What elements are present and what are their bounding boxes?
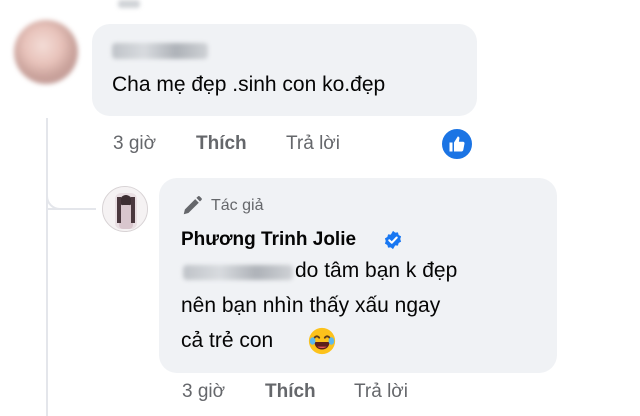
reply-text-line1: do tâm bạn k đẹp xyxy=(295,259,458,282)
thread-line-vertical xyxy=(46,118,48,416)
thread-corner xyxy=(46,180,86,210)
reply-bubble: Tác giả Phương Trinh Jolie do tâm bạn k … xyxy=(159,178,557,373)
commenter-avatar[interactable] xyxy=(14,20,78,84)
author-tag: Tác giả xyxy=(211,197,264,214)
commenter-name-blurred[interactable] xyxy=(112,43,208,59)
author-avatar-image xyxy=(103,187,147,231)
reply-time[interactable]: 3 giờ xyxy=(182,381,225,403)
comment-bubble: Cha mẹ đẹp .sinh con ko.đẹp xyxy=(92,24,477,116)
reply-like-button[interactable]: Thích xyxy=(265,381,316,403)
pencil-icon xyxy=(183,196,202,215)
author-avatar[interactable] xyxy=(102,186,148,232)
like-thumb-icon xyxy=(449,136,465,152)
reaction-like-badge[interactable] xyxy=(440,127,474,161)
reply-text-line2: nên bạn nhìn thấy xấu ngay xyxy=(181,294,441,317)
laughing-emoji-icon xyxy=(308,327,336,355)
comment-time[interactable]: 3 giờ xyxy=(113,133,156,155)
comment-text: Cha mẹ đẹp .sinh con ko.đẹp xyxy=(112,73,386,96)
reply-text-line3: cả trẻ con xyxy=(181,329,274,352)
verified-badge-icon xyxy=(384,230,402,250)
author-name[interactable]: Phương Trinh Jolie xyxy=(181,229,356,251)
reply-reply-button[interactable]: Trả lời xyxy=(354,381,408,403)
comment-reply-button[interactable]: Trả lời xyxy=(286,133,340,155)
mentioned-name-blurred[interactable] xyxy=(183,265,293,280)
previous-comment-fragment xyxy=(118,0,140,8)
comment-like-button[interactable]: Thích xyxy=(196,133,247,155)
